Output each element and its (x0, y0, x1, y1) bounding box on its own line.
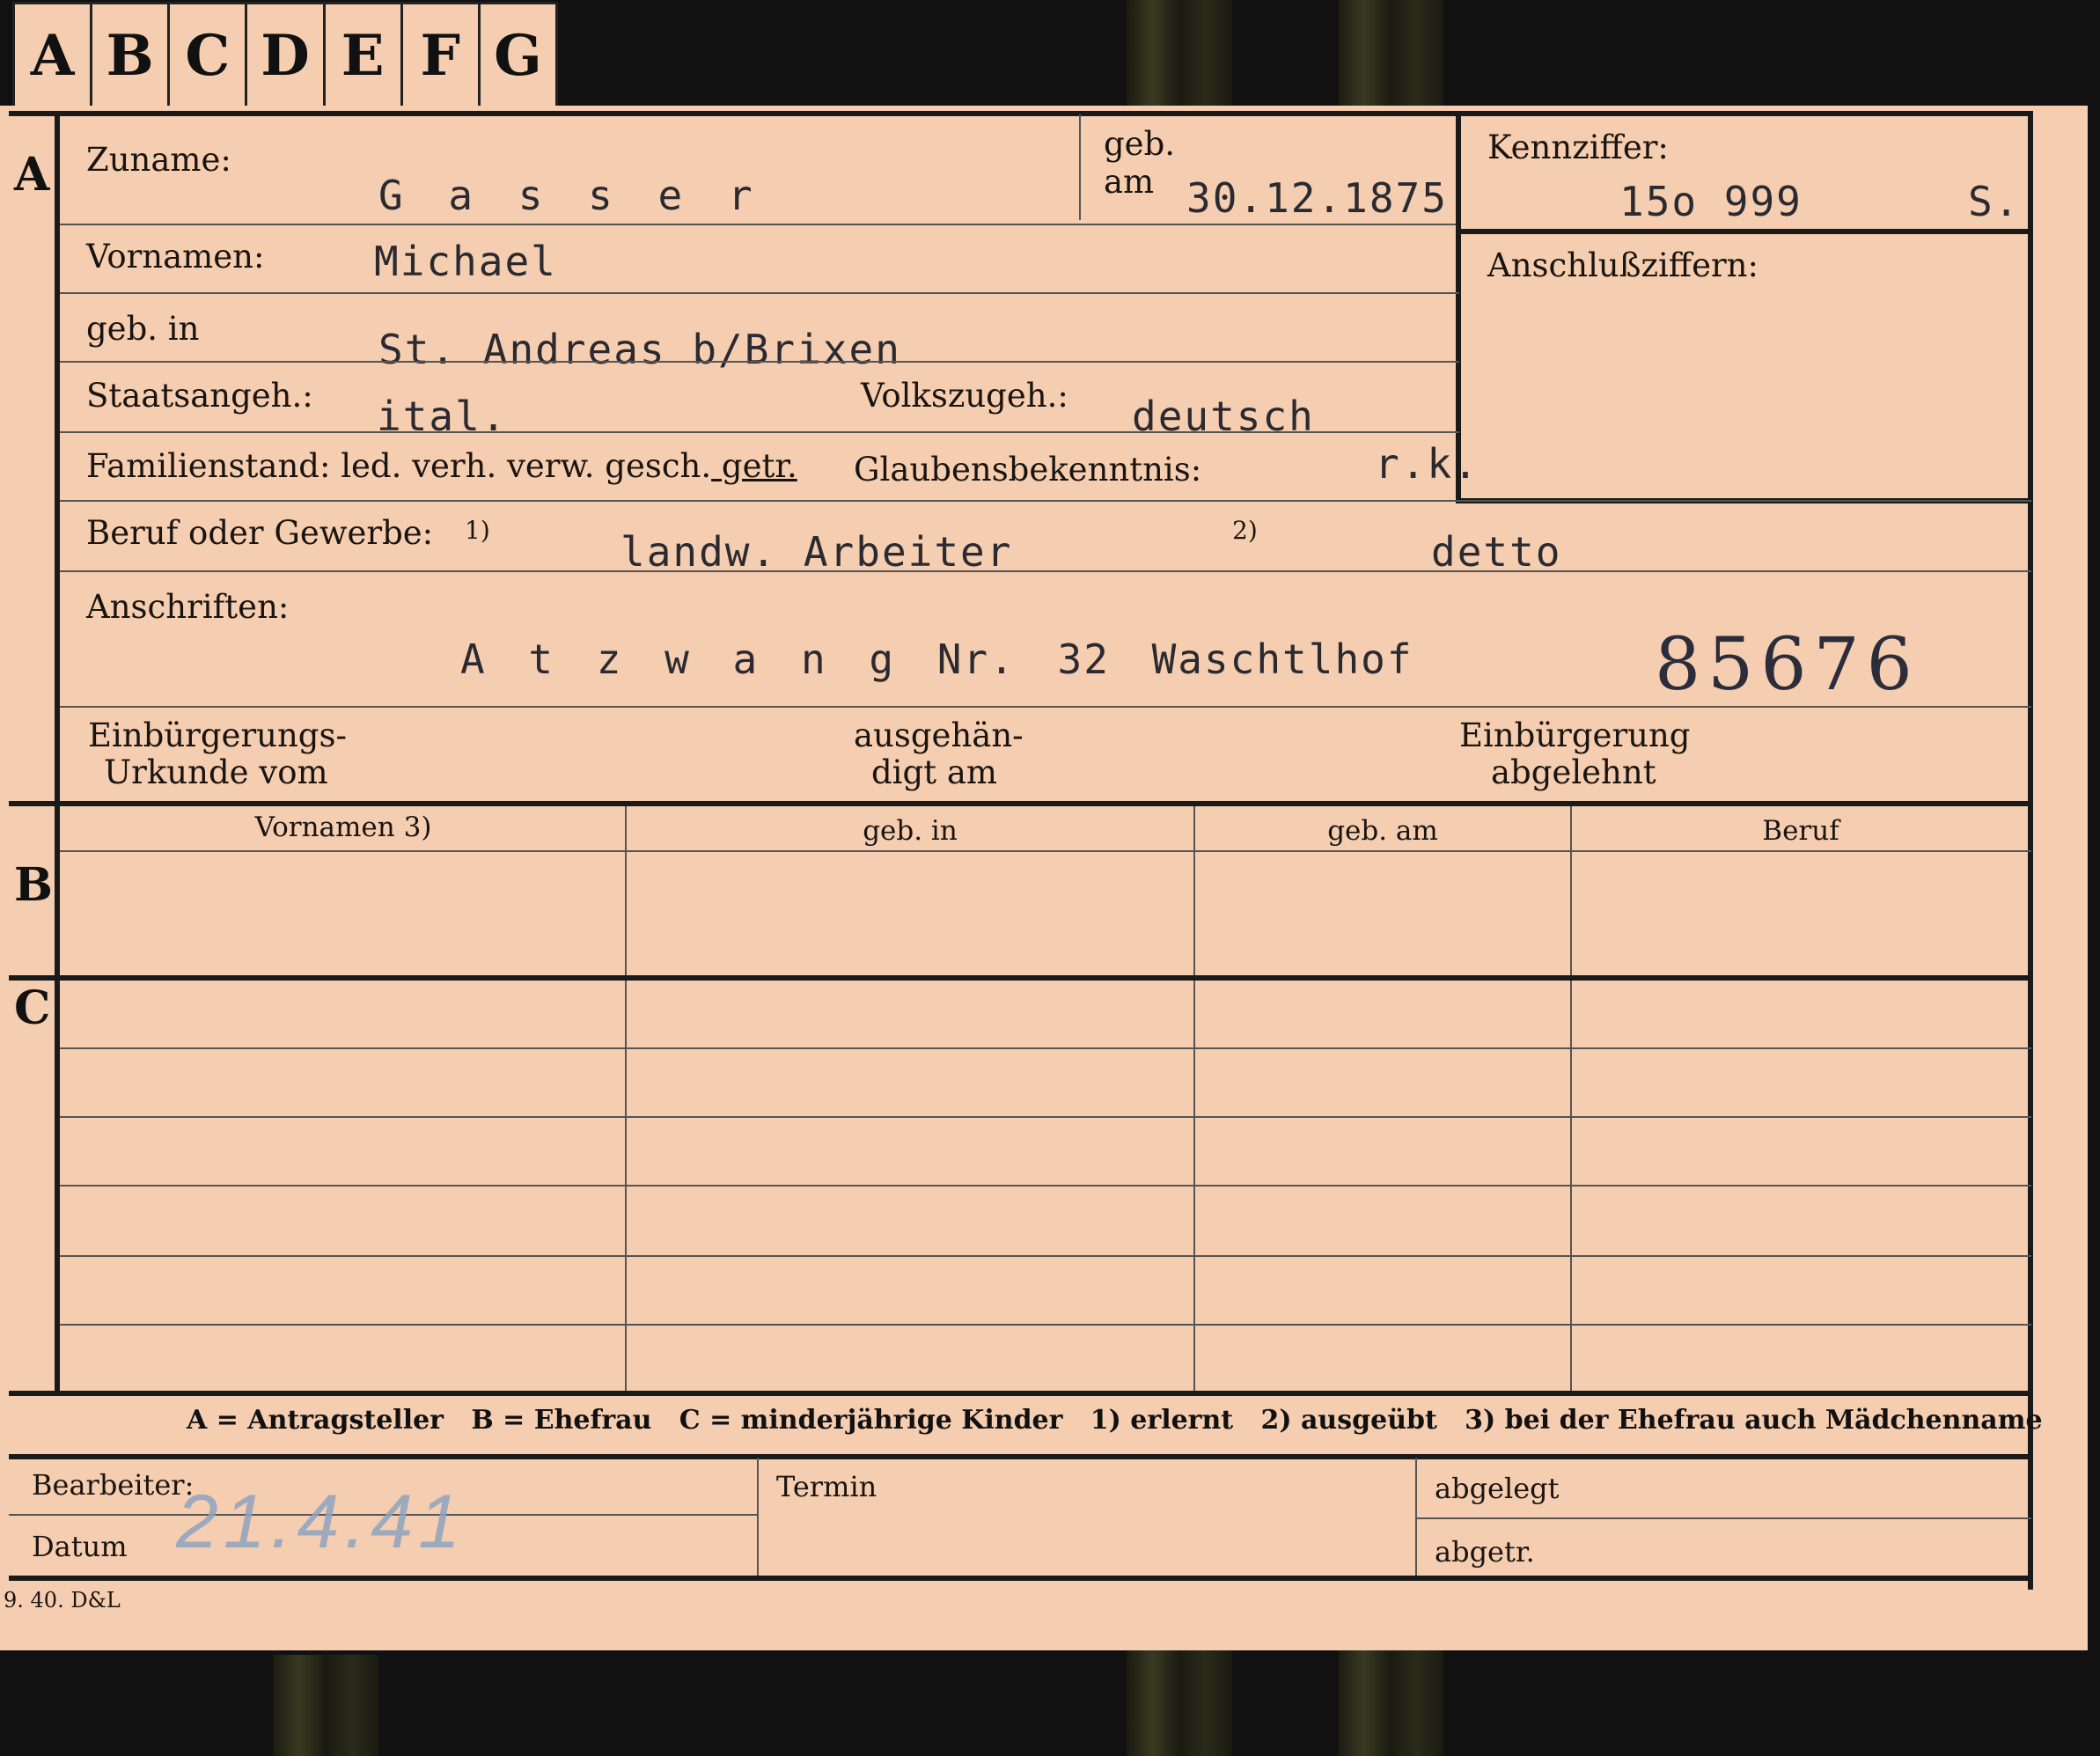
beruf-value-2: detto (1431, 528, 1562, 576)
einb-urkunde-label-1: Einbürgerungs- (88, 716, 347, 754)
card-number: 85676 (1655, 623, 1920, 707)
col-header-vornamen: Vornamen 3) (254, 812, 432, 843)
table-row (60, 1324, 2031, 1326)
registration-card: A B C Zuname: G a s s e r geb. am 30.12.… (0, 106, 2088, 1650)
legend-top (9, 1391, 2033, 1396)
row-line (60, 706, 2031, 708)
tab-g: G (494, 23, 542, 89)
ausgehaend-label-2: digt am (871, 753, 997, 791)
row-line (60, 292, 1459, 294)
row-line (60, 431, 1459, 433)
kennziffer-suffix: S. (1968, 178, 2021, 225)
ausgehaend-label-1: ausgehän- (854, 716, 1024, 754)
legend-bottom (9, 1454, 2033, 1459)
tab-a: A (15, 4, 93, 107)
table-row (60, 1255, 2031, 1257)
termin-label: Termin (776, 1470, 877, 1503)
am-label: am (1104, 163, 1155, 201)
anschriften-value: A t z w a n g Nr. 32 Waschtlhof (460, 636, 1413, 683)
index-tabs: A B C D E F G (12, 2, 558, 107)
familien-options: Familienstand: led. verh. verw. gesch. (86, 447, 712, 485)
row-line (60, 500, 2031, 502)
section-b-top (9, 801, 2033, 806)
row-line (60, 570, 2031, 572)
geb-label: geb. (1104, 125, 1176, 163)
beruf-label: Beruf oder Gewerbe: (86, 514, 434, 552)
section-a-letter: A (14, 148, 50, 202)
tab-d: D (247, 4, 326, 107)
col-header-gebin: geb. in (863, 815, 958, 847)
einb-abgelehnt-label-2: abgelehnt (1491, 753, 1656, 791)
kennziffer-label: Kennziffer: (1487, 129, 1669, 166)
row-line (60, 224, 1459, 225)
familien-marked: getr. (711, 447, 797, 485)
footer-divider (757, 1458, 759, 1577)
table-col-divider (1570, 806, 1572, 1391)
frame-left (55, 111, 60, 1396)
section-c-letter: C (14, 981, 51, 1035)
footer-line (1415, 1517, 2031, 1519)
abgetr-label: abgetr. (1435, 1535, 1535, 1569)
vornamen-value: Michael (374, 238, 557, 285)
col-header-beruf: Beruf (1762, 815, 1839, 847)
tab-c: C (170, 4, 248, 107)
table-row (60, 1047, 2031, 1049)
tab-b: B (92, 4, 171, 107)
einb-urkunde-label-2: Urkunde vom (104, 753, 328, 791)
frame-top (9, 111, 2033, 116)
zuname-value: G a s s e r (378, 172, 763, 219)
frame-bottom (9, 1576, 2033, 1581)
zuname-label: Zuname: (86, 141, 231, 179)
print-code: 9. 40. D&L (4, 1588, 121, 1613)
familien-label: Familienstand: led. verh. verw. gesch. g… (86, 447, 797, 485)
section-b-letter: B (14, 858, 53, 912)
table-col-divider (1193, 806, 1195, 1391)
volks-label: Volkszugeh.: (861, 377, 1068, 415)
table-col-divider (625, 806, 627, 1391)
beruf-note-2: 2) (1232, 516, 1258, 545)
staats-label: Staatsangeh.: (86, 377, 313, 415)
gebin-value: St. Andreas b/Brixen (378, 326, 901, 373)
legend-text: A = Antragsteller B = Ehefrau C = minder… (187, 1405, 2043, 1436)
abgelegt-label: abgelegt (1435, 1472, 1560, 1505)
anschriften-label: Anschriften: (86, 588, 290, 626)
vornamen-label: Vornamen: (86, 238, 265, 276)
gebin-label: geb. in (86, 310, 200, 348)
kennziffer-value: 15o 999 (1619, 178, 1803, 225)
einb-abgelehnt-label-1: Einbürgerung (1459, 716, 1691, 754)
divider-geb (1079, 114, 1081, 220)
bearbeiter-label: Bearbeiter: (32, 1468, 195, 1502)
beruf-value-1: landw. Arbeiter (620, 528, 1013, 576)
row-line (60, 361, 1459, 363)
glauben-value: r.k. (1375, 440, 1480, 488)
table-header-line (60, 850, 2031, 852)
geb-am-value: 30.12.1875 (1186, 174, 1448, 222)
glauben-label: Glaubensbekenntnis: (854, 451, 1202, 489)
datum-stamp: 21.4.41 (176, 1480, 466, 1564)
section-c-top (9, 975, 2033, 981)
kennziffer-divider (1456, 229, 2028, 234)
table-row (60, 1185, 2031, 1187)
col-header-gebam: geb. am (1327, 815, 1438, 847)
tab-e: E (326, 4, 403, 107)
table-row (60, 1116, 2031, 1118)
anschluss-label: Anschlußziffern: (1487, 246, 1759, 284)
background-stripe (273, 1655, 378, 1756)
beruf-note-1: 1) (465, 516, 490, 545)
tab-f: F (403, 4, 481, 107)
datum-label: Datum (32, 1530, 128, 1563)
